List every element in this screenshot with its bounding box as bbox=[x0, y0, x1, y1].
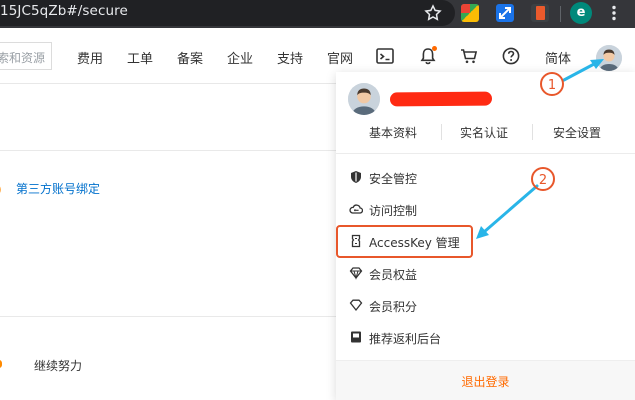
menu-item-access-control[interactable]: 访问控制 bbox=[347, 198, 607, 222]
address-bar[interactable]: 15JC5qZb#/secure bbox=[0, 0, 455, 26]
security-page: ‌） 第三方账号绑定 继续努力 bbox=[0, 84, 340, 400]
gem-icon bbox=[349, 299, 363, 312]
tab-security-settings[interactable]: 安全设置 bbox=[553, 124, 601, 141]
tab-basic-info[interactable]: 基本资料 bbox=[369, 124, 417, 141]
menu-item-security-control[interactable]: 安全管控 bbox=[347, 166, 607, 190]
avatar bbox=[348, 83, 380, 115]
tab-divider bbox=[532, 124, 533, 140]
nav-enterprise[interactable]: 企业 bbox=[227, 48, 253, 67]
nav-support[interactable]: 支持 bbox=[277, 48, 303, 67]
nav-filing[interactable]: 备案 bbox=[177, 48, 203, 67]
avatar[interactable] bbox=[596, 45, 622, 71]
notification-dot bbox=[432, 46, 437, 51]
redaction-mark bbox=[389, 91, 493, 107]
encourage-text: 继续努力 bbox=[34, 359, 83, 373]
menu-item-referral-rebate[interactable]: 推荐返利后台 bbox=[347, 326, 607, 350]
logout-button[interactable]: 退出登录 bbox=[336, 360, 635, 400]
more-vert-icon[interactable] bbox=[605, 4, 623, 22]
dropdown-divider bbox=[336, 153, 635, 154]
third-party-binding-link[interactable]: 第三方账号绑定 bbox=[16, 180, 100, 197]
status-fragment: ‌） bbox=[0, 181, 9, 198]
logout-label: 退出登录 bbox=[461, 375, 510, 389]
nav-official-site[interactable]: 官网 bbox=[327, 48, 353, 67]
extension-icon[interactable] bbox=[461, 4, 479, 22]
cart-icon[interactable] bbox=[459, 46, 479, 66]
menu-item-label: 安全管控 bbox=[369, 172, 418, 186]
url-text[interactable]: 15JC5qZb#/secure bbox=[0, 3, 128, 19]
extension-icon[interactable] bbox=[496, 4, 514, 22]
menu-item-label: 会员权益 bbox=[369, 268, 418, 282]
diamond-icon bbox=[349, 267, 363, 280]
terminal-icon[interactable] bbox=[375, 46, 395, 66]
nav-billing[interactable]: 费用 bbox=[77, 48, 103, 67]
shield-icon bbox=[351, 171, 361, 183]
browser-toolbar: 15JC5qZb#/secure e bbox=[0, 0, 635, 28]
tab-real-name[interactable]: 实名认证 bbox=[460, 124, 508, 141]
menu-item-member-benefits[interactable]: 会员权益 bbox=[347, 262, 607, 286]
menu-item-label: 访问控制 bbox=[369, 204, 418, 218]
divider bbox=[0, 150, 340, 151]
status-marker bbox=[0, 360, 2, 368]
menu-item-label: 会员积分 bbox=[369, 300, 418, 314]
divider bbox=[0, 316, 340, 317]
help-icon[interactable] bbox=[501, 46, 521, 66]
profile-icon[interactable]: e bbox=[570, 2, 592, 24]
language-switch[interactable]: 简体 bbox=[545, 48, 571, 67]
search-placeholder: 索和资源 bbox=[0, 51, 46, 65]
toolbar-divider bbox=[560, 6, 561, 22]
tab-divider bbox=[441, 124, 442, 140]
highlight-box bbox=[336, 225, 473, 258]
star-icon[interactable] bbox=[423, 3, 443, 23]
cloud-key-icon bbox=[349, 204, 363, 214]
menu-item-member-points[interactable]: 会员积分 bbox=[347, 294, 607, 318]
menu-item-label: 推荐返利后台 bbox=[369, 332, 442, 346]
extension-icon[interactable] bbox=[531, 4, 549, 22]
nav-tickets[interactable]: 工单 bbox=[127, 48, 153, 67]
search-input[interactable]: 索和资源 bbox=[0, 42, 52, 70]
reward-icon bbox=[351, 331, 361, 343]
